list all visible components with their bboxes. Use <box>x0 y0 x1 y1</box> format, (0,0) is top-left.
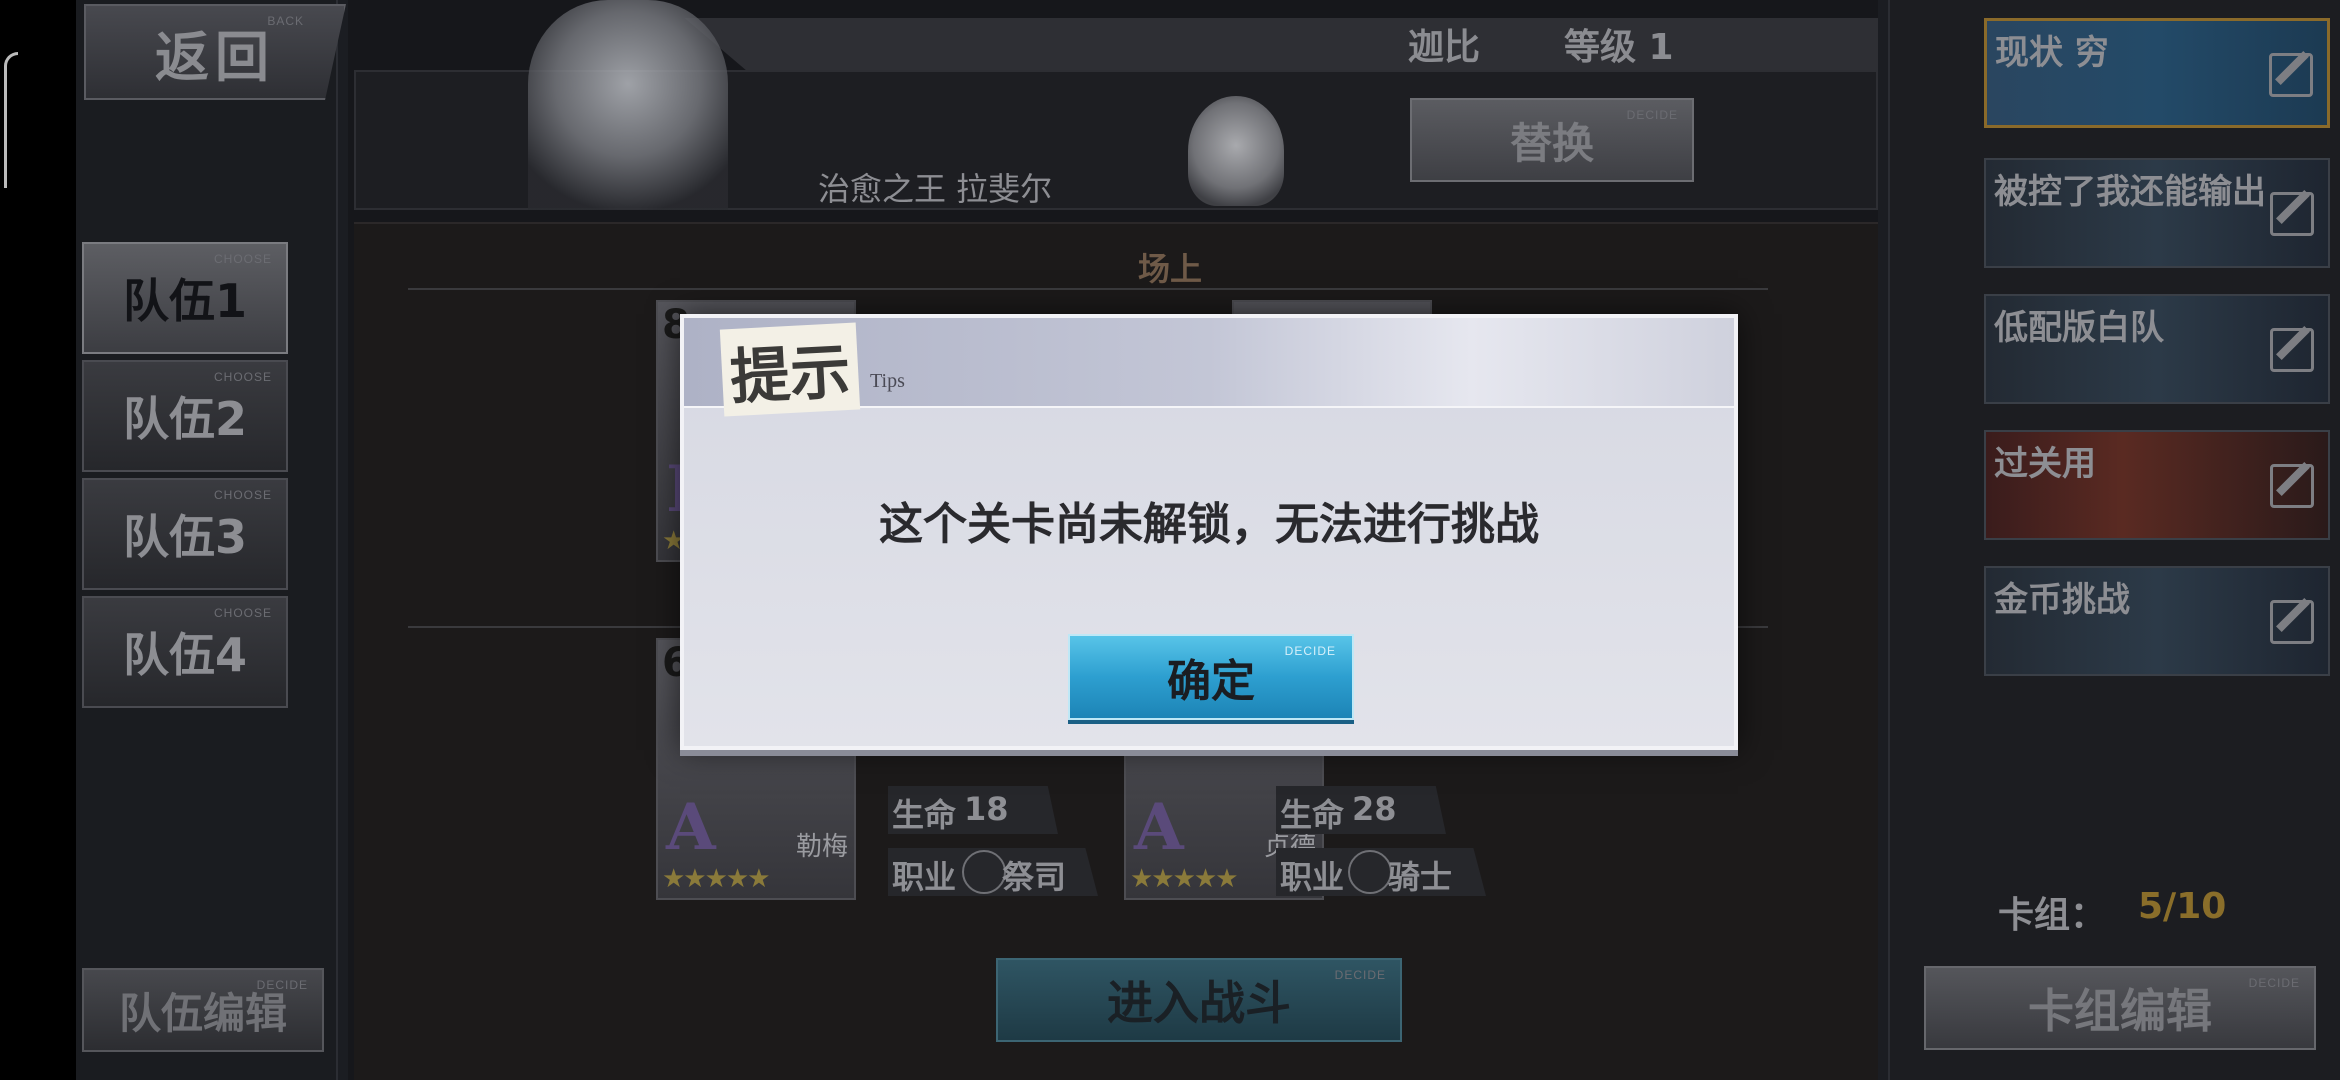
priest-class-icon <box>962 850 1006 894</box>
enter-battle-button[interactable]: 进入战斗 DECIDE <box>996 958 1402 1042</box>
hero-portrait <box>528 0 728 210</box>
deck-name: 现状 穷 <box>1995 33 2109 73</box>
dialog-message: 这个关卡尚未解锁，无法进行挑战 <box>879 499 1539 550</box>
tips-dialog: 提示 Tips 这个关卡尚未解锁，无法进行挑战 确定 DECIDE <box>680 314 1738 750</box>
deck-name: 金币挑战 <box>1994 580 2130 620</box>
tab-team-1[interactable]: 队伍1 CHOOSE <box>82 242 288 354</box>
tab-team-2-label: 队伍2 <box>122 392 247 446</box>
deck-count-value: 5/10 <box>2138 886 2227 927</box>
pet-avatar[interactable] <box>1188 96 1284 206</box>
confirm-button-label: 确定 <box>1167 656 1255 707</box>
deck-name: 被控了我还能输出 <box>1994 172 2266 212</box>
replace-button-label: 替换 <box>1509 118 1594 168</box>
job-value: 祭司 <box>1002 858 1067 896</box>
hp-value: 28 <box>1352 790 1397 828</box>
deck-item[interactable]: 金币挑战 <box>1984 566 2330 676</box>
tab-team-4-tag: CHOOSE <box>213 606 272 620</box>
character-name: 迦比 <box>1408 27 1481 68</box>
enter-battle-label: 进入战斗 <box>1107 976 1291 1030</box>
confirm-tag: DECIDE <box>1284 644 1336 658</box>
edge-gesture-mark <box>4 52 18 188</box>
card-stars: ★★★★★ <box>1130 864 1239 894</box>
replace-tag: DECIDE <box>1626 108 1678 122</box>
tab-team-1-tag: CHOOSE <box>213 252 272 266</box>
deck-edit-tag: DECIDE <box>2248 976 2300 990</box>
deck-name: 过关用 <box>1994 444 2096 484</box>
edit-icon[interactable] <box>2270 600 2314 644</box>
character-level: 等级 1 <box>1564 27 1674 68</box>
tab-team-1-label: 队伍1 <box>122 274 247 328</box>
edit-team-tag: DECIDE <box>256 978 308 992</box>
app-root: 返回 BACK 队伍1 CHOOSE 队伍2 CHOOSE 队伍3 CHOOSE… <box>0 0 2340 1080</box>
hero-title: 治愈之王 拉斐尔 <box>818 170 1053 208</box>
deck-item[interactable]: 现状 穷 <box>1984 18 2330 128</box>
tab-team-2-tag: CHOOSE <box>213 370 272 384</box>
card-stars: ★★★★★ <box>662 864 771 894</box>
deck-item[interactable]: 被控了我还能输出 <box>1984 158 2330 268</box>
dialog-title: 提示 <box>719 322 861 417</box>
enter-battle-tag: DECIDE <box>1334 968 1386 982</box>
deck-item[interactable]: 低配版白队 <box>1984 294 2330 404</box>
card-name: 勒梅 <box>795 832 848 862</box>
deck-edit-button[interactable]: 卡组编辑 DECIDE <box>1924 966 2316 1050</box>
tab-team-3[interactable]: 队伍3 CHOOSE <box>82 478 288 590</box>
deck-item[interactable]: 过关用 <box>1984 430 2330 540</box>
knight-class-icon <box>1348 850 1392 894</box>
field-divider-top <box>408 288 1768 290</box>
left-panel: 返回 BACK 队伍1 CHOOSE 队伍2 CHOOSE 队伍3 CHOOSE… <box>76 0 346 1080</box>
edit-team-button[interactable]: 队伍编辑 DECIDE <box>82 968 324 1052</box>
deck-edit-label: 卡组编辑 <box>2028 984 2212 1038</box>
job-value: 骑士 <box>1388 858 1453 896</box>
tab-team-4-label: 队伍4 <box>122 628 247 682</box>
deck-panel: 现状 穷 被控了我还能输出 低配版白队 过关用 金币挑战 <box>1888 0 2340 1080</box>
card-grade: A <box>666 790 716 865</box>
tab-team-3-tag: CHOOSE <box>213 488 272 502</box>
deck-count-label: 卡组： <box>1998 895 2107 936</box>
tab-team-3-label: 队伍3 <box>122 510 247 564</box>
edit-icon[interactable] <box>2270 192 2314 236</box>
hp-label: 生命 <box>892 796 957 834</box>
confirm-button[interactable]: 确定 DECIDE <box>1068 634 1354 720</box>
tab-team-4[interactable]: 队伍4 CHOOSE <box>82 596 288 708</box>
back-button-label: 返回 <box>155 25 275 89</box>
dialog-header: 提示 Tips <box>684 318 1734 417</box>
tab-team-2[interactable]: 队伍2 CHOOSE <box>82 360 288 472</box>
hp-label: 生命 <box>1280 796 1345 834</box>
edit-icon[interactable] <box>2269 53 2313 97</box>
field-label: 场上 <box>1138 250 1203 288</box>
edit-icon[interactable] <box>2270 464 2314 508</box>
deck-name: 低配版白队 <box>1994 308 2164 348</box>
screen-edge <box>0 0 76 1080</box>
hp-value: 18 <box>964 790 1009 828</box>
job-label: 职业 <box>892 858 957 896</box>
dialog-subtitle: Tips <box>870 370 905 392</box>
replace-button[interactable]: 替换 DECIDE <box>1410 98 1694 182</box>
card-grade: A <box>1134 790 1184 865</box>
edit-icon[interactable] <box>2270 328 2314 372</box>
back-button[interactable]: 返回 BACK <box>84 4 346 100</box>
job-label: 职业 <box>1280 858 1345 896</box>
back-tag: BACK <box>267 14 304 28</box>
